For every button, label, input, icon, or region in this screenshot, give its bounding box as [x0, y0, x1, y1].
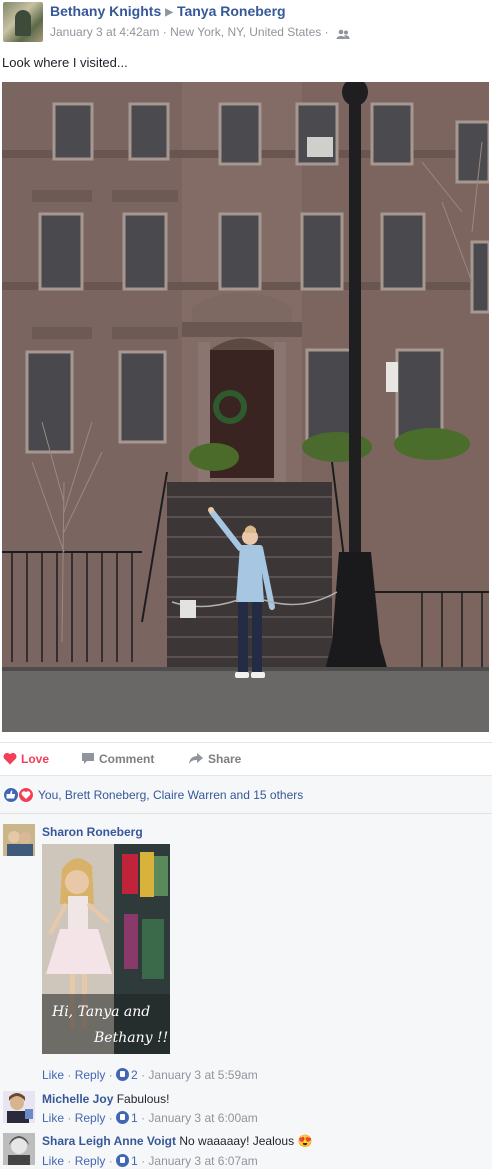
comment-button[interactable]: Comment: [81, 752, 154, 768]
share-label: Share: [208, 752, 242, 767]
comment-body: Michelle Joy Fabulous!: [42, 1092, 169, 1106]
commenter-avatar[interactable]: [3, 1133, 35, 1165]
meta-separator: ·: [162, 25, 167, 39]
comment-timestamp[interactable]: January 3 at 6:07am: [148, 1154, 257, 1168]
like-count-icon: [116, 1068, 130, 1082]
comment-author[interactable]: Michelle Joy: [42, 1092, 113, 1106]
love-label: Love: [21, 752, 50, 767]
like-icon: [3, 787, 19, 803]
like-count-icon: [116, 1111, 130, 1125]
love-icon: [18, 787, 34, 803]
arrow-right-icon: ▶: [165, 7, 173, 18]
share-button[interactable]: Share: [188, 752, 241, 768]
post-photo[interactable]: [2, 82, 489, 732]
share-icon: [188, 752, 204, 768]
author-name[interactable]: Bethany Knights: [50, 3, 161, 19]
comment-footer: Like · Reply · 1 · January 3 at 6:00am: [42, 1111, 258, 1125]
target-name[interactable]: Tanya Roneberg: [177, 3, 286, 19]
friends-icon[interactable]: [336, 28, 350, 39]
comment-footer: Like · Reply · 1 · January 3 at 6:07am: [42, 1154, 258, 1168]
commenter-avatar[interactable]: [3, 824, 35, 856]
love-button[interactable]: Love: [3, 752, 49, 768]
meta-separator-2: ·: [324, 25, 329, 39]
comment-like-count[interactable]: 1: [131, 1154, 138, 1168]
comment-like-link[interactable]: Like: [42, 1068, 64, 1082]
post-caption: Look where I visited...: [2, 55, 128, 70]
comment-timestamp[interactable]: January 3 at 6:00am: [148, 1111, 257, 1125]
svg-text:Hi, Tanya and: Hi, Tanya and: [51, 1004, 150, 1020]
comment-timestamp[interactable]: January 3 at 5:59am: [148, 1068, 257, 1082]
comment-image[interactable]: Hi, Tanya and Bethany !!: [42, 844, 170, 1054]
comment-icon: [81, 752, 95, 768]
heart-eyes-emoji-icon: 😍: [297, 1134, 313, 1148]
post-actions-bar: Love Comment Share: [0, 742, 492, 774]
comment-author[interactable]: Sharon Roneberg: [42, 825, 143, 839]
post-location[interactable]: New York, NY, United States: [170, 25, 321, 39]
svg-text:Bethany !!: Bethany !!: [93, 1030, 168, 1046]
comments-section: Sharon Roneberg Hi, Tanya and Bethany !!…: [0, 813, 492, 1169]
comment-like-link[interactable]: Like: [42, 1154, 64, 1168]
like-count-icon: [116, 1154, 130, 1168]
reactions-text[interactable]: You, Brett Roneberg, Claire Warren and 1…: [38, 788, 303, 802]
comment-text: No waaaaay! Jealous: [179, 1134, 295, 1148]
comment-body: Shara Leigh Anne Voigt No waaaaay! Jealo…: [42, 1134, 312, 1148]
commenter-avatar[interactable]: [3, 1091, 35, 1123]
comment-reply-link[interactable]: Reply: [75, 1068, 106, 1082]
post-names: Bethany Knights ▶ Tanya Roneberg: [50, 3, 286, 19]
comment-like-link[interactable]: Like: [42, 1111, 64, 1125]
comment-footer: Like · Reply · 2 · January 3 at 5:59am: [42, 1068, 258, 1082]
comment-author[interactable]: Shara Leigh Anne Voigt: [42, 1134, 176, 1148]
heart-icon: [3, 752, 17, 768]
comment-reply-link[interactable]: Reply: [75, 1154, 106, 1168]
comment-text: Fabulous!: [116, 1092, 170, 1106]
post-meta: January 3 at 4:42am · New York, NY, Unit…: [50, 25, 350, 39]
comment-reply-link[interactable]: Reply: [75, 1111, 106, 1125]
reaction-icons: [3, 787, 35, 803]
reactions-summary[interactable]: You, Brett Roneberg, Claire Warren and 1…: [0, 775, 492, 813]
comment-like-count[interactable]: 2: [131, 1068, 138, 1082]
comment-label: Comment: [99, 752, 155, 767]
post-header: Bethany Knights ▶ Tanya Roneberg January 3…: [0, 0, 492, 48]
author-avatar[interactable]: [3, 2, 43, 42]
post-timestamp[interactable]: January 3 at 4:42am: [50, 25, 159, 39]
comment-like-count[interactable]: 1: [131, 1111, 138, 1125]
